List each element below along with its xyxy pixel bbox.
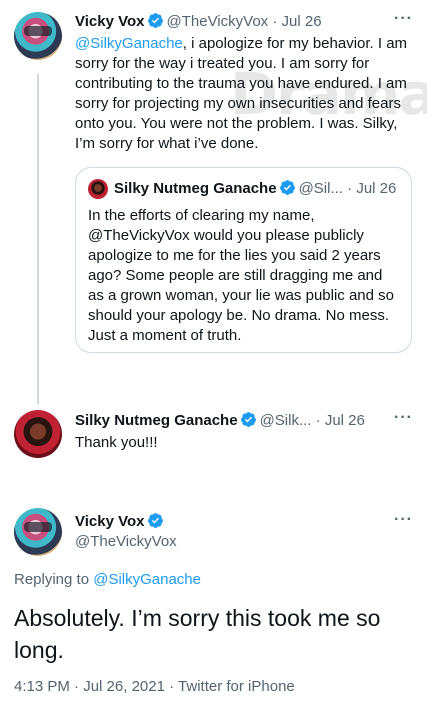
tweet-date[interactable]: Jul 26, 2021: [83, 678, 165, 695]
more-options-icon[interactable]: ···: [394, 409, 413, 427]
tweet1-handle[interactable]: @TheVickyVox: [167, 13, 269, 30]
tweet1-header: Vicky Vox @TheVickyVox · Jul 26: [75, 12, 322, 33]
tweet2-header: Silky Nutmeg Ganache @Silk... · Jul 26: [75, 411, 365, 432]
avatar-vicky-vox[interactable]: [14, 508, 62, 556]
tweet1-body: @SilkyGanache, i apologize for my behavi…: [75, 34, 415, 154]
tweet1-mention-link[interactable]: @SilkyGanache: [75, 35, 183, 52]
tweet1-date[interactable]: Jul 26: [282, 13, 322, 30]
tweet-metadata: 4:13 PM · Jul 26, 2021 · Twitter for iPh…: [14, 678, 295, 695]
quote-handle: @Sil...: [298, 180, 343, 197]
avatar-silky-nutmeg-ganache[interactable]: [14, 410, 62, 458]
tweet1-separator: ·: [272, 13, 278, 30]
quote-separator: ·: [347, 180, 353, 197]
tweet2-handle[interactable]: @Silk...: [260, 412, 312, 429]
replying-to-prefix: Replying to: [14, 571, 94, 588]
tweet2-text: Thank you!!!: [75, 434, 158, 451]
tweet3-text: Absolutely. I’m sorry this took me so lo…: [14, 605, 381, 663]
verified-badge-icon: [240, 411, 257, 432]
verified-badge-icon: [147, 12, 164, 33]
more-options-icon[interactable]: ···: [394, 511, 413, 529]
meta-separator: ·: [169, 678, 175, 695]
quote-date: Jul 26: [356, 180, 397, 197]
replying-to: Replying to @SilkyGanache: [14, 571, 201, 588]
tweet1-author-name[interactable]: Vicky Vox: [75, 13, 145, 30]
replying-to-link[interactable]: @SilkyGanache: [93, 571, 201, 588]
avatar-vicky-vox[interactable]: [14, 12, 62, 60]
tweet2-date[interactable]: Jul 26: [325, 412, 365, 429]
quote-avatar: [88, 179, 108, 199]
quote-header: Silky Nutmeg Ganache @Sil... · Jul 26: [114, 179, 396, 200]
tweet3-name[interactable]: Vicky Vox: [75, 513, 145, 530]
verified-badge-icon: [147, 512, 164, 533]
tweet-time[interactable]: 4:13 PM: [14, 678, 70, 695]
quote-author-name: Silky Nutmeg Ganache: [114, 180, 277, 197]
quoted-tweet-card[interactable]: Silky Nutmeg Ganache @Sil... · Jul 26 In …: [75, 167, 412, 353]
tweet2-separator: ·: [315, 412, 321, 429]
quote-text: In the efforts of clearing my name, @The…: [88, 207, 394, 344]
verified-badge-icon: [279, 179, 296, 200]
tweet2-author-name[interactable]: Silky Nutmeg Ganache: [75, 412, 238, 429]
thread-line: [37, 74, 39, 404]
tweet1-text: , i apologize for my behavior. I am sorr…: [75, 35, 408, 152]
tweet-source[interactable]: Twitter for iPhone: [178, 678, 295, 695]
meta-separator: ·: [74, 678, 80, 695]
more-options-icon[interactable]: ···: [394, 10, 413, 28]
tweet3-author-name: Vicky Vox: [75, 512, 167, 533]
tweet3-handle[interactable]: @TheVickyVox: [75, 533, 177, 550]
